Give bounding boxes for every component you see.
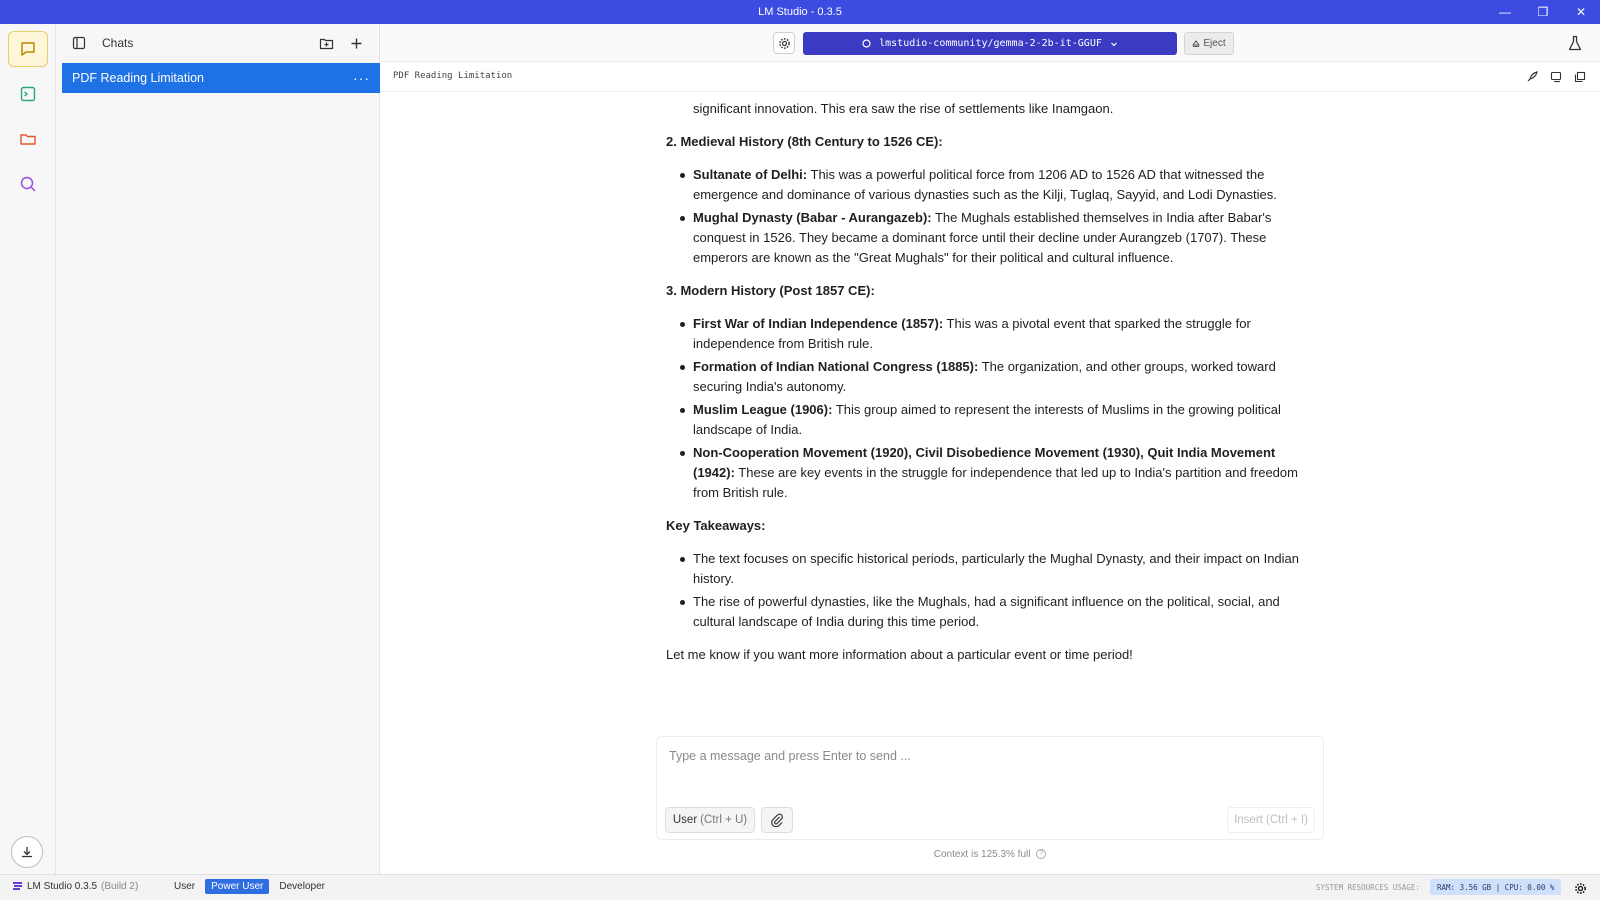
model-selector[interactable]: lmstudio-community/gemma-2-2b-it-GGUF [803, 32, 1177, 55]
chats-title: Chats [102, 36, 134, 50]
bullet-bold: Mughal Dynasty (Babar - Aurangazeb): [693, 210, 932, 225]
app-version: LM Studio 0.3.5 (Build 2) [12, 881, 138, 892]
chat-nav-button[interactable] [8, 31, 48, 67]
role-label: User [672, 814, 698, 826]
list-item: Non-Cooperation Movement (1920), Civil D… [666, 443, 1306, 503]
bullet-list: First War of Indian Independence (1857):… [666, 314, 1306, 503]
folder-icon [20, 134, 36, 145]
chat-list-item[interactable]: PDF Reading Limitation ··· [62, 63, 380, 93]
duplicate-icon [1574, 71, 1586, 83]
app-version-label: LM Studio 0.3.5 [27, 881, 98, 892]
gear-icon [778, 37, 790, 49]
bullet-list: Sultanate of Delhi: This was a powerful … [666, 165, 1306, 268]
chat-breadcrumb: PDF Reading Limitation [393, 71, 513, 81]
message-closing: Let me know if you want more information… [666, 647, 1133, 662]
list-item: The rise of powerful dynasties, like the… [666, 592, 1306, 632]
chat-subheader: PDF Reading Limitation [381, 62, 1600, 92]
app-settings-button[interactable] [1572, 880, 1588, 896]
developer-nav-button[interactable] [8, 76, 48, 112]
bullet-list: The text focuses on specific historical … [666, 549, 1306, 632]
flask-icon [1568, 35, 1582, 51]
chat-actions [1524, 69, 1588, 85]
role-button[interactable]: User (Ctrl + U) [665, 807, 755, 833]
context-usage-text: Context is 125.3% full [933, 849, 1031, 860]
models-nav-button[interactable] [8, 121, 48, 157]
mode-toggle: User Power User Developer [168, 879, 331, 894]
model-icon [862, 39, 871, 48]
new-chat-button[interactable] [343, 30, 369, 56]
mode-power-user[interactable]: Power User [205, 879, 270, 894]
list-item: The text focuses on specific historical … [666, 549, 1306, 589]
bullet-bold: Muslim League (1906): [693, 402, 833, 417]
restore-button[interactable]: ❐ [1524, 0, 1562, 24]
eject-icon [1192, 39, 1201, 47]
insert-button[interactable]: Insert (Ctrl + I) [1227, 807, 1315, 833]
message-lead: significant innovation. This era saw the… [693, 101, 1114, 116]
chats-header: Chats [56, 24, 379, 62]
chats-panel: Chats PDF Reading Limitation ··· [56, 24, 380, 874]
gear-icon [1574, 882, 1586, 894]
status-bar: LM Studio 0.3.5 (Build 2) User Power Use… [0, 874, 1600, 900]
duplicate-chat-button[interactable] [1572, 69, 1588, 85]
bullet-bold: Sultanate of Delhi: [693, 167, 808, 182]
bullet-bold: First War of Indian Independence (1857): [693, 316, 944, 331]
paperclip-icon [771, 813, 783, 827]
section-heading: 2. Medieval History (8th Century to 1526… [666, 134, 943, 149]
experiment-button[interactable] [1564, 32, 1586, 54]
mode-user[interactable]: User [168, 879, 201, 894]
discover-nav-button[interactable] [8, 166, 48, 202]
chat-icon [21, 42, 35, 56]
chat-item-menu-button[interactable]: ··· [353, 70, 370, 86]
message-input[interactable]: Type a message and press Enter to send .… [669, 749, 911, 763]
bullet-text: The rise of powerful dynasties, like the… [693, 594, 1280, 629]
rocket-icon [1527, 71, 1538, 82]
attach-button[interactable] [761, 807, 793, 833]
list-item: First War of Indian Independence (1857):… [666, 314, 1306, 354]
copy-chat-button[interactable] [1548, 69, 1564, 85]
left-rail [0, 24, 56, 874]
bullet-text: The text focuses on specific historical … [693, 551, 1300, 586]
bullet-bold: Formation of Indian National Congress (1… [693, 359, 979, 374]
bullet-text: These are key events in the struggle for… [693, 465, 1298, 500]
section-heading: 3. Modern History (Post 1857 CE): [666, 283, 875, 298]
section-heading: Key Takeaways: [666, 518, 766, 533]
list-item: Mughal Dynasty (Babar - Aurangazeb): The… [666, 208, 1306, 268]
search-icon [20, 176, 36, 192]
new-folder-button[interactable] [313, 30, 339, 56]
new-folder-icon [319, 38, 333, 49]
minimize-button[interactable]: — [1486, 0, 1524, 24]
system-resources-usage[interactable]: RAM: 3.56 GB | CPU: 0.00 % [1430, 879, 1562, 895]
sidebar-toggle-icon [72, 36, 86, 50]
title-bar: LM Studio - 0.3.5 — ❐ ✕ [0, 0, 1600, 24]
system-resources-label: SYSTEM RESOURCES USAGE: [1316, 883, 1420, 892]
window-controls: — ❐ ✕ [1486, 0, 1600, 24]
list-item: Muslim League (1906): This group aimed t… [666, 400, 1306, 440]
chat-item-label: PDF Reading Limitation [72, 71, 205, 85]
build-label: (Build 2) [101, 881, 139, 892]
settings-button[interactable] [773, 32, 795, 54]
top-bar: lmstudio-community/gemma-2-2b-it-GGUF Ej… [381, 24, 1600, 62]
message-composer: Type a message and press Enter to send .… [656, 736, 1324, 840]
list-item: Sultanate of Delhi: This was a powerful … [666, 165, 1306, 205]
plus-icon [351, 38, 361, 48]
lmstudio-logo-icon [13, 882, 22, 890]
model-name: lmstudio-community/gemma-2-2b-it-GGUF [879, 38, 1102, 49]
download-icon [22, 847, 32, 858]
chevron-down-icon [1110, 42, 1117, 46]
assistant-message: significant innovation. This era saw the… [666, 92, 1306, 665]
context-usage-note: Context is 125.3% full ? [656, 849, 1324, 860]
help-icon[interactable]: ? [1036, 849, 1047, 860]
copy-icon [1550, 71, 1562, 83]
downloads-button[interactable] [11, 836, 43, 868]
eject-label: Eject [1203, 38, 1226, 49]
list-item: Formation of Indian National Congress (1… [666, 357, 1306, 397]
mode-developer[interactable]: Developer [273, 879, 331, 894]
sidebar-toggle-button[interactable] [66, 30, 92, 56]
rocket-button[interactable] [1524, 69, 1540, 85]
role-shortcut: (Ctrl + U) [700, 814, 748, 826]
eject-button[interactable]: Eject [1184, 32, 1234, 55]
window-title: LM Studio - 0.3.5 [758, 6, 842, 18]
close-button[interactable]: ✕ [1562, 0, 1600, 24]
terminal-icon [20, 86, 36, 102]
